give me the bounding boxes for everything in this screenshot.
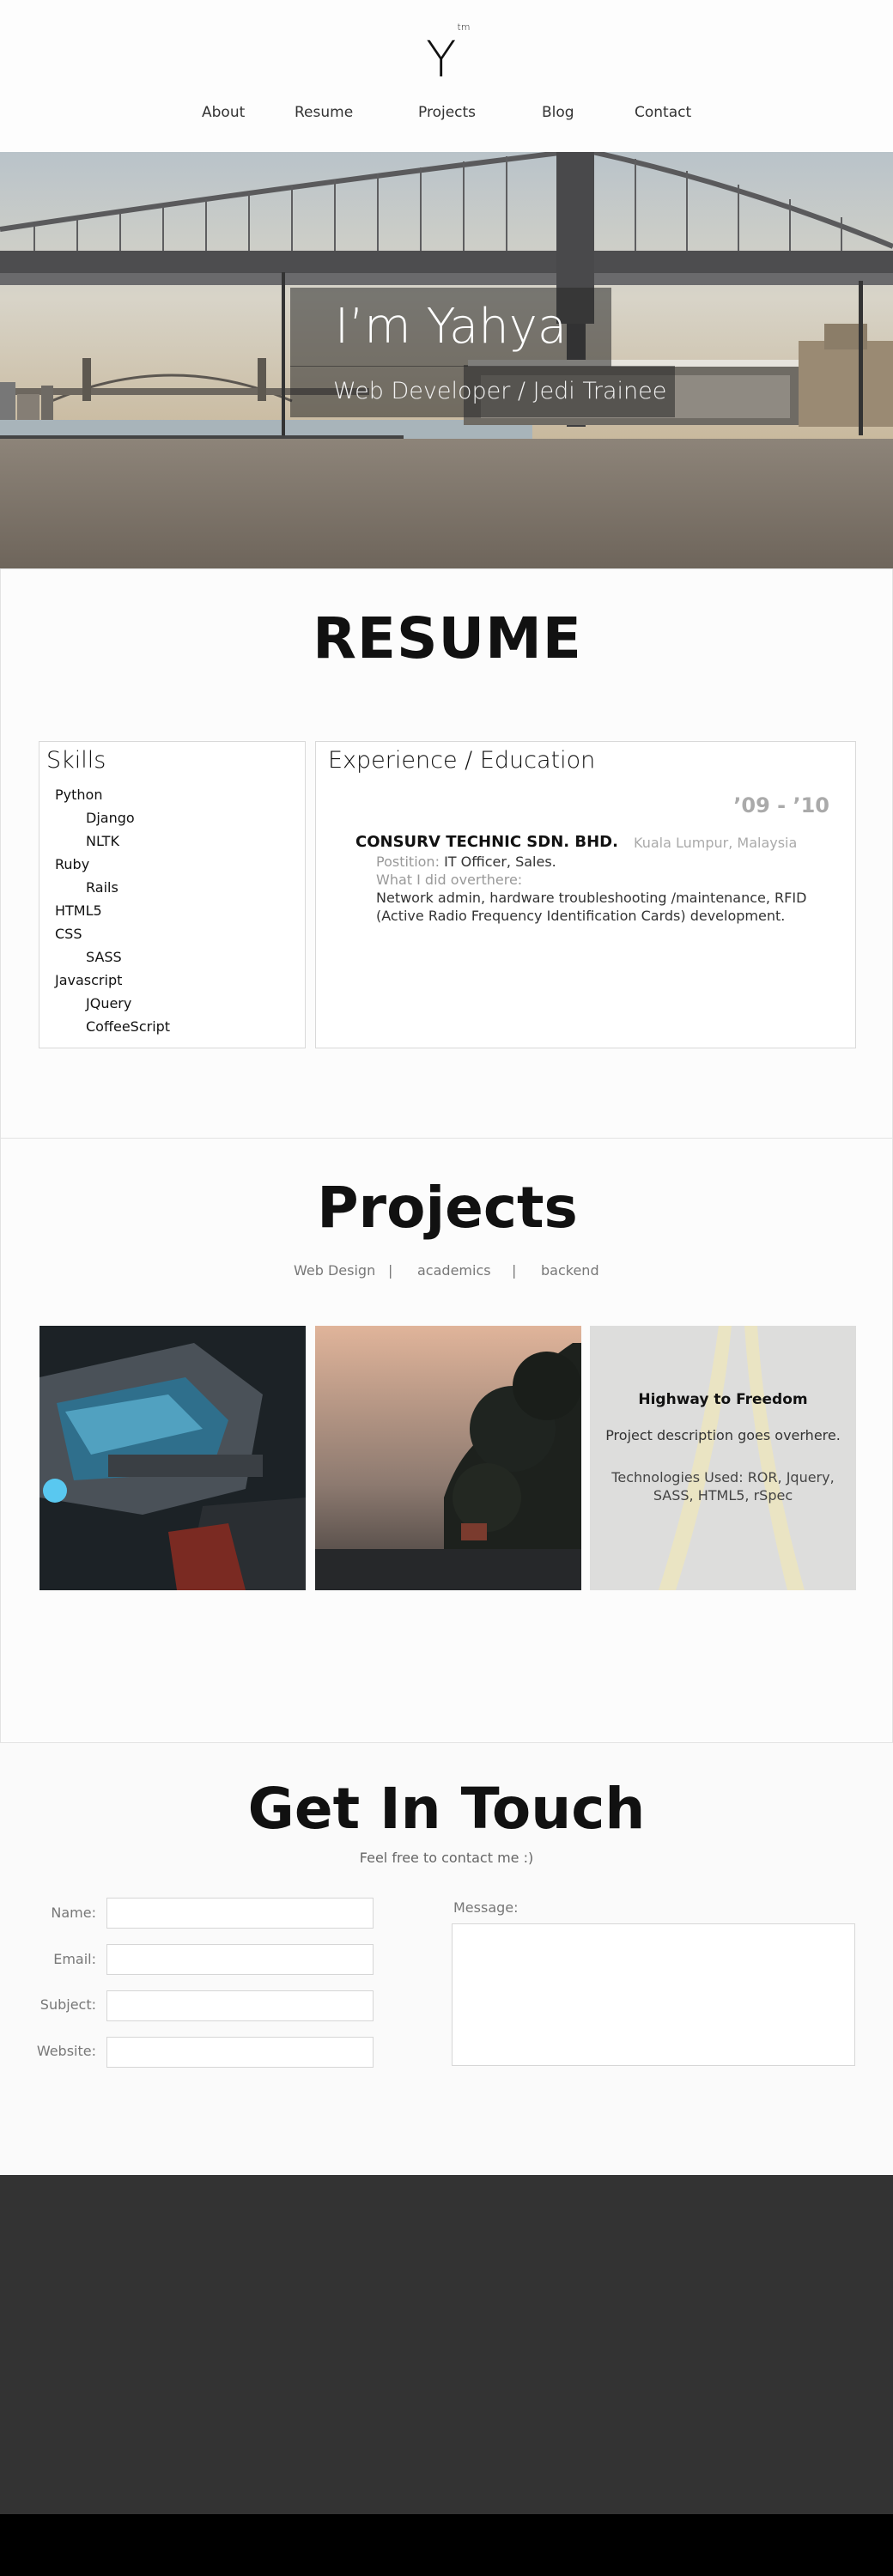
project-overlay: Highway to Freedom Project description g…	[590, 1326, 856, 1590]
experience-description: Network admin, hardware troubleshooting …	[376, 890, 807, 924]
filter-web-design[interactable]: Web Design	[294, 1262, 375, 1279]
site-logo[interactable]: Ytm	[426, 22, 470, 84]
website-field[interactable]	[106, 2037, 374, 2068]
filter-academics[interactable]: academics	[417, 1262, 491, 1279]
email-field[interactable]	[106, 1944, 374, 1975]
nav-about[interactable]: About	[202, 104, 245, 121]
nav-projects[interactable]: Projects	[418, 104, 476, 121]
hero-banner: I’m Yahya Web Developer / Jedi Trainee	[0, 152, 893, 568]
skill-name: Ruby	[55, 856, 90, 872]
contact-subtitle: Feel free to contact me :)	[359, 1850, 534, 1866]
project-title: Highway to Freedom	[638, 1391, 808, 1408]
nav-resume[interactable]: Resume	[295, 104, 353, 121]
experience-company: CONSURV TECHNIC SDN. BHD.	[355, 833, 618, 851]
hero-subtitle: Web Developer / Jedi Trainee	[290, 366, 675, 417]
experience-location: Kuala Lumpur, Malaysia	[634, 835, 798, 851]
skill-item: CSS SASS	[55, 922, 170, 969]
website-label: Website:	[36, 2043, 96, 2059]
logo-letter: Y	[426, 30, 457, 88]
skill-sub-item: CoffeeScript	[86, 1018, 171, 1035]
filter-separator: |	[388, 1262, 393, 1279]
skill-name: HTML5	[55, 902, 102, 919]
position-value: IT Officer, Sales.	[444, 854, 556, 870]
sunset-trees-image	[315, 1326, 581, 1590]
project-tile[interactable]	[315, 1326, 581, 1590]
message-label: Message:	[453, 1899, 519, 1916]
robot-image	[39, 1326, 306, 1590]
skill-item: Python Django NLTK	[55, 783, 170, 853]
nav-blog[interactable]: Blog	[542, 104, 574, 121]
skill-sub-item: NLTK	[86, 833, 119, 849]
logo-trademark: tm	[457, 21, 471, 33]
subject-label: Subject:	[39, 1996, 96, 2013]
did-label: What I did overthere:	[376, 872, 523, 888]
name-label: Name:	[51, 1905, 96, 1921]
skill-sub-item: Rails	[86, 879, 118, 896]
filter-backend[interactable]: backend	[541, 1262, 599, 1279]
contact-section: Get In Touch Feel free to contact me :) …	[0, 1743, 893, 2175]
site-header: Ytm About Resume Projects Blog Contact	[0, 0, 893, 152]
email-label: Email:	[53, 1951, 96, 1967]
nav-contact[interactable]: Contact	[635, 104, 691, 121]
project-tile-featured[interactable]: Highway to Freedom Project description g…	[590, 1326, 856, 1590]
site-footer	[0, 2175, 893, 2514]
skills-list: Python Django NLTK Ruby Rails HTML5 CSS …	[55, 783, 170, 1038]
message-textarea[interactable]	[452, 1923, 855, 2066]
skill-name: CSS	[55, 926, 82, 942]
skill-item: Ruby Rails	[55, 853, 170, 899]
skill-sub-item: SASS	[86, 949, 122, 965]
position-label: Postition:	[376, 854, 440, 870]
project-description: Project description goes overhere.	[605, 1427, 841, 1443]
project-technologies: Technologies Used: ROR, Jquery, SASS, HT…	[611, 1469, 835, 1504]
experience-heading: Experience / Education	[328, 747, 596, 774]
experience-dates: ’09 - ’10	[733, 793, 829, 817]
skills-panel: Skills Python Django NLTK Ruby Rails HTM…	[39, 741, 306, 1048]
bottom-bar	[0, 2514, 893, 2576]
subject-field[interactable]	[106, 1990, 374, 2021]
experience-panel: Experience / Education ’09 - ’10 CONSURV…	[315, 741, 856, 1048]
skill-item: HTML5	[55, 899, 170, 922]
project-tile[interactable]	[39, 1326, 306, 1590]
projects-section: Projects Web Design | academics | backen…	[0, 1139, 893, 1743]
skill-sub-item: JQuery	[86, 995, 132, 1012]
contact-title: Get In Touch	[247, 1776, 646, 1842]
skill-sub-item: Django	[86, 810, 135, 826]
skill-name: Javascript	[55, 972, 123, 988]
resume-section: RESUME Skills Python Django NLTK Ruby Ra…	[0, 568, 893, 1139]
projects-title: Projects	[317, 1175, 578, 1241]
hero-title: I’m Yahya	[290, 288, 611, 367]
resume-title: RESUME	[313, 605, 582, 671]
skills-heading: Skills	[46, 747, 106, 774]
experience-position-line: Postition: IT Officer, Sales.	[376, 853, 840, 871]
experience-details: Postition: IT Officer, Sales. What I did…	[376, 853, 840, 925]
skill-name: Python	[55, 787, 103, 803]
filter-separator: |	[512, 1262, 517, 1279]
name-field[interactable]	[106, 1898, 374, 1929]
skill-item: Javascript JQuery CoffeeScript	[55, 969, 170, 1038]
